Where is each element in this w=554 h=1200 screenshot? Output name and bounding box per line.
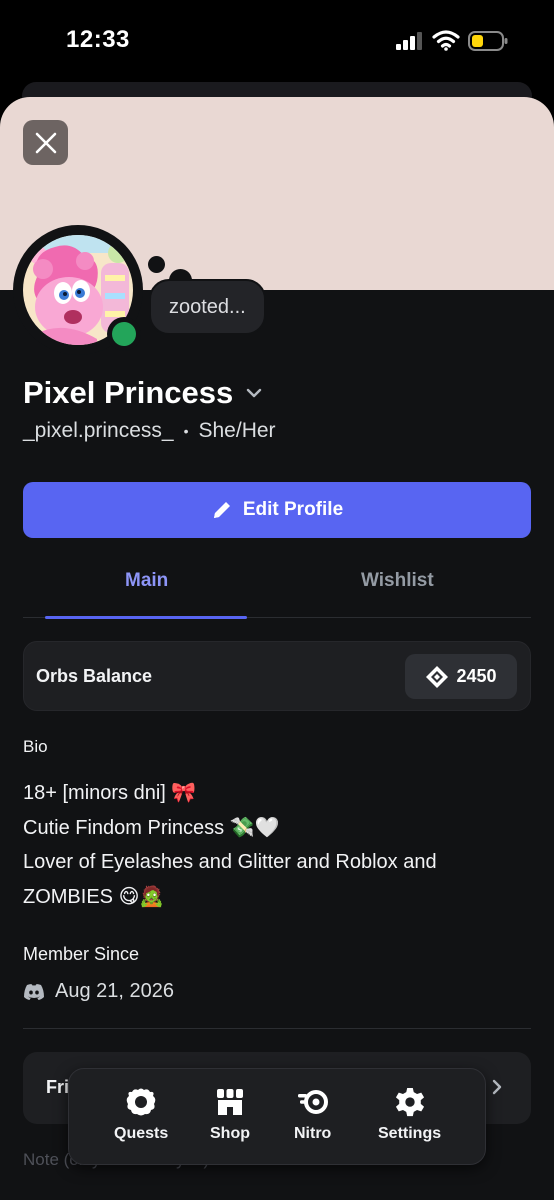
orbs-balance-card[interactable]: Orbs Balance 2450: [23, 641, 531, 711]
gear-icon: [395, 1087, 424, 1117]
active-tab-indicator: [45, 616, 247, 619]
thought-bubble-dot: [148, 256, 165, 273]
nav-quests[interactable]: Quests: [114, 1087, 168, 1143]
bio-line: ZOMBIES 😋🧟: [23, 879, 523, 914]
pencil-icon: [213, 502, 230, 518]
nav-nitro[interactable]: Nitro: [294, 1087, 331, 1143]
bio-line: 18+ [minors dni] 🎀: [23, 775, 523, 810]
nav-label-quests: Quests: [114, 1125, 169, 1142]
display-name: Pixel Princess: [23, 375, 234, 410]
chevron-right-icon: [492, 1079, 502, 1095]
profile-tabs: Main Wishlist: [23, 552, 531, 619]
section-divider: [23, 1028, 531, 1029]
username: _pixel.princess_: [23, 419, 174, 442]
quests-icon: [126, 1088, 156, 1116]
wifi-icon: [432, 30, 460, 51]
chevron-down-icon: [247, 388, 262, 398]
status-bar: 12:33: [0, 0, 554, 84]
cellular-signal-icon: [396, 32, 422, 50]
display-name-row[interactable]: Pixel Princess: [23, 375, 263, 411]
orbs-balance-pill[interactable]: 2450: [405, 654, 517, 699]
tab-main[interactable]: Main: [125, 570, 168, 592]
orbs-balance-label: Orbs Balance: [36, 666, 153, 686]
online-status-indicator: [112, 322, 136, 346]
tab-wishlist[interactable]: Wishlist: [361, 570, 434, 592]
custom-status-bubble[interactable]: zooted...: [149, 279, 266, 335]
member-since-date: Aug 21, 2026: [55, 980, 174, 1002]
edit-profile-label: Edit Profile: [242, 499, 344, 520]
ribbon-emoji: 🎀: [171, 780, 197, 804]
custom-status-text: zooted...: [169, 295, 246, 318]
separator-dot: •: [183, 423, 189, 439]
orbs-balance-value: 2450: [456, 666, 497, 686]
bio-line: Lover of Eyelashes and Glitter and Roblo…: [23, 851, 437, 873]
status-time: 12:33: [66, 26, 130, 53]
discord-icon: [24, 983, 44, 1000]
bio-heading: Bio: [23, 737, 48, 756]
bottom-nav: Quests Shop Nitro Settings: [68, 1068, 486, 1165]
battery-icon: [468, 31, 508, 51]
money-heart-emoji: 💸🤍: [229, 815, 280, 839]
nav-label-nitro: Nitro: [294, 1125, 332, 1142]
member-since-heading: Member Since: [23, 944, 140, 964]
nav-shop[interactable]: Shop: [210, 1087, 250, 1143]
nitro-icon: [297, 1090, 328, 1114]
yum-zombie-emoji: 😋🧟: [118, 884, 165, 908]
close-icon: [35, 132, 56, 153]
profile-sheet: zooted... Pixel Princess _pixel.princess…: [0, 97, 554, 1200]
nav-settings[interactable]: Settings: [378, 1087, 441, 1143]
avatar[interactable]: [13, 225, 143, 355]
username-row: _pixel.princess_ • She/Her: [23, 419, 276, 443]
edit-profile-button[interactable]: Edit Profile: [23, 482, 531, 538]
member-since-row: Aug 21, 2026: [23, 980, 174, 1003]
pronouns: She/Her: [198, 419, 276, 442]
bio-line: Cutie Findom Princess 💸🤍: [23, 810, 523, 845]
nav-label-shop: Shop: [210, 1125, 250, 1142]
nav-label-settings: Settings: [378, 1125, 442, 1142]
orb-icon: [426, 665, 449, 688]
friends-label: Fri: [46, 1077, 70, 1097]
bio-text: 18+ [minors dni] 🎀 Cutie Findom Princess…: [23, 775, 523, 914]
close-button[interactable]: [23, 120, 68, 165]
shop-icon: [217, 1089, 243, 1115]
